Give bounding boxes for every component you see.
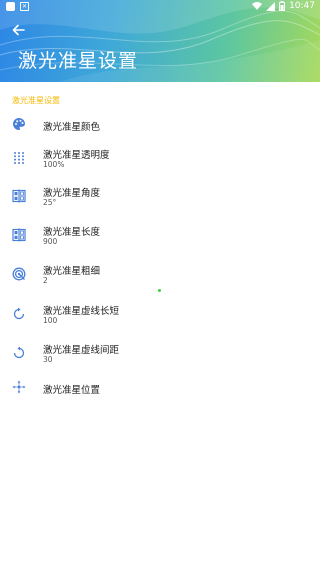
app-header: ✕ 10:47 激光准星设置 (0, 0, 320, 82)
section-header: 激光准星设置 (12, 96, 60, 105)
setting-value: 2 (43, 276, 48, 285)
setting-color[interactable]: 激光准星颜色 (0, 107, 320, 141)
notification-icon (6, 2, 15, 11)
setting-dash-spacing[interactable]: 激光准星虚线间距 30 (0, 336, 320, 370)
setting-value: 100 (43, 316, 58, 325)
compare-icon (12, 228, 26, 242)
setting-label: 激光准星角度 (43, 188, 101, 199)
back-arrow-icon[interactable] (10, 21, 28, 39)
setting-label: 激光准星虚线间距 (43, 345, 120, 356)
rotate-icon (13, 307, 25, 320)
setting-length[interactable]: 激光准星长度 900 (0, 218, 320, 252)
clock: 10:47 (289, 1, 315, 11)
crosshair-icon (12, 380, 26, 394)
setting-position[interactable]: 激光准星位置 (0, 370, 320, 404)
setting-label: 激光准星粗细 (43, 266, 101, 277)
app-notification-icon: ✕ (20, 2, 29, 11)
setting-thickness[interactable]: 激光准星粗细 2 (0, 257, 320, 291)
signal-icon (266, 1, 276, 11)
setting-label: 激光准星透明度 (43, 150, 110, 161)
page-title: 激光准星设置 (18, 50, 139, 72)
setting-label: 激光准星虚线长短 (43, 306, 120, 317)
setting-transparency[interactable]: 激光准星透明度 100% (0, 141, 320, 175)
laser-dot (158, 289, 161, 292)
target-icon (12, 267, 26, 281)
compare-icon (12, 189, 26, 203)
setting-value: 100% (43, 160, 65, 169)
setting-label: 激光准星长度 (43, 227, 101, 238)
setting-value: 900 (43, 237, 58, 246)
battery-icon (279, 1, 286, 11)
status-bar: ✕ 10:47 (0, 0, 320, 14)
setting-value: 30 (43, 355, 53, 364)
rotate-icon (13, 346, 25, 359)
setting-label: 激光准星位置 (43, 385, 101, 396)
dots-grid-icon (14, 152, 24, 164)
setting-value: 25° (43, 198, 57, 207)
setting-dash-length[interactable]: 激光准星虚线长短 100 (0, 297, 320, 331)
setting-angle[interactable]: 激光准星角度 25° (0, 179, 320, 213)
wifi-icon (252, 1, 263, 10)
palette-icon (13, 118, 25, 130)
setting-label: 激光准星颜色 (43, 122, 101, 133)
